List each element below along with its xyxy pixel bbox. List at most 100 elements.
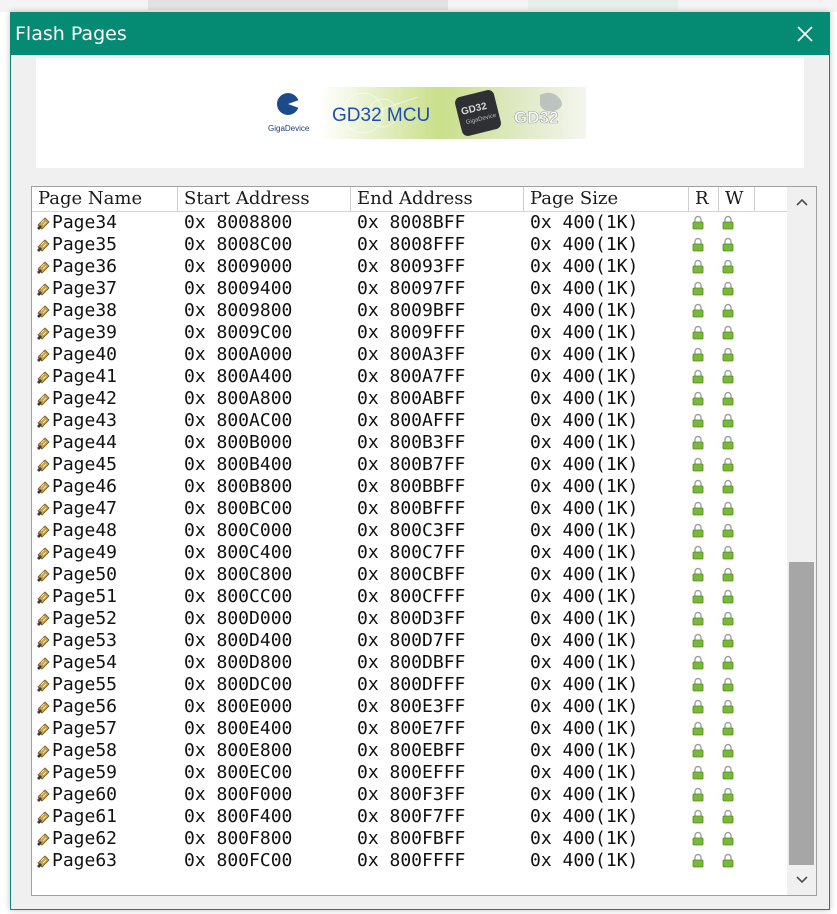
table-row[interactable]: Page48 0x 800C000 0x 800C3FF 0x 400(1K) — [32, 520, 787, 542]
column-header-page-size[interactable]: Page Size — [524, 187, 689, 211]
table-row[interactable]: Page39 0x 8009C00 0x 8009FFF 0x 400(1K) — [32, 322, 787, 344]
read-lock-icon — [692, 259, 704, 274]
write-lock-icon — [722, 391, 734, 406]
end-address-cell: 0x 800F3FF — [357, 784, 466, 805]
start-address-cell: 0x 800C000 — [184, 520, 293, 541]
start-address-cell: 0x 800A400 — [184, 366, 293, 387]
close-icon — [797, 26, 813, 42]
table-row[interactable]: Page58 0x 800E800 0x 800EBFF 0x 400(1K) — [32, 740, 787, 762]
table-row[interactable]: Page62 0x 800F800 0x 800FBFF 0x 400(1K) — [32, 828, 787, 850]
table-row[interactable]: Page53 0x 800D400 0x 800D7FF 0x 400(1K) — [32, 630, 787, 652]
column-header-end-address[interactable]: End Address — [351, 187, 524, 211]
start-address-cell: 0x 800FC00 — [184, 850, 293, 871]
column-header-read[interactable]: R — [689, 187, 719, 211]
page-size-cell: 0x 400(1K) — [530, 564, 639, 585]
column-header-write[interactable]: W — [719, 187, 755, 211]
page-size-cell: 0x 400(1K) — [530, 498, 639, 519]
table-row[interactable]: Page45 0x 800B400 0x 800B7FF 0x 400(1K) — [32, 454, 787, 476]
read-lock-icon — [692, 743, 704, 758]
read-lock-icon — [692, 303, 704, 318]
table-row[interactable]: Page46 0x 800B800 0x 800BBFF 0x 400(1K) — [32, 476, 787, 498]
table-row[interactable]: Page57 0x 800E400 0x 800E7FF 0x 400(1K) — [32, 718, 787, 740]
page-name-cell: Page40 — [52, 344, 118, 365]
page-icon — [37, 833, 50, 846]
scroll-up-button[interactable] — [787, 189, 816, 215]
table-row[interactable]: Page51 0x 800CC00 0x 800CFFF 0x 400(1K) — [32, 586, 787, 608]
page-name-cell: Page51 — [52, 586, 118, 607]
page-name-cell: Page63 — [52, 850, 118, 871]
scroll-down-button[interactable] — [787, 867, 816, 893]
table-row[interactable]: Page43 0x 800AC00 0x 800AFFF 0x 400(1K) — [32, 410, 787, 432]
flash-pages-list[interactable]: Page Name Start Address End Address Page… — [31, 186, 817, 896]
start-address-cell: 0x 800F800 — [184, 828, 293, 849]
page-size-cell: 0x 400(1K) — [530, 630, 639, 651]
page-icon — [37, 371, 50, 384]
start-address-cell: 0x 8009400 — [184, 278, 293, 299]
table-row[interactable]: Page59 0x 800EC00 0x 800EFFF 0x 400(1K) — [32, 762, 787, 784]
close-button[interactable] — [781, 13, 829, 55]
start-address-cell: 0x 800D000 — [184, 608, 293, 629]
scroll-thumb[interactable] — [789, 562, 814, 865]
page-icon — [37, 745, 50, 758]
page-size-cell: 0x 400(1K) — [530, 388, 639, 409]
table-row[interactable]: Page38 0x 8009800 0x 8009BFF 0x 400(1K) — [32, 300, 787, 322]
table-row[interactable]: Page40 0x 800A000 0x 800A3FF 0x 400(1K) — [32, 344, 787, 366]
table-row[interactable]: Page34 0x 8008800 0x 8008BFF 0x 400(1K) — [32, 212, 787, 234]
read-lock-icon — [692, 677, 704, 692]
end-address-cell: 0x 800C7FF — [357, 542, 466, 563]
page-icon — [37, 811, 50, 824]
read-lock-icon — [692, 413, 704, 428]
page-size-cell: 0x 400(1K) — [530, 212, 639, 233]
table-row[interactable]: Page36 0x 8009000 0x 80093FF 0x 400(1K) — [32, 256, 787, 278]
write-lock-icon — [722, 765, 734, 780]
page-icon — [37, 327, 50, 340]
page-size-cell: 0x 400(1K) — [530, 608, 639, 629]
page-size-cell: 0x 400(1K) — [530, 542, 639, 563]
vertical-scrollbar[interactable] — [787, 187, 816, 895]
start-address-cell: 0x 8009C00 — [184, 322, 293, 343]
table-row[interactable]: Page56 0x 800E000 0x 800E3FF 0x 400(1K) — [32, 696, 787, 718]
start-address-cell: 0x 800DC00 — [184, 674, 293, 695]
page-icon — [37, 635, 50, 648]
write-lock-icon — [722, 215, 734, 230]
start-address-cell: 0x 8008C00 — [184, 234, 293, 255]
end-address-cell: 0x 8009FFF — [357, 322, 466, 343]
page-icon — [37, 503, 50, 516]
read-lock-icon — [692, 369, 704, 384]
column-header-page-name[interactable]: Page Name — [32, 187, 178, 211]
page-size-cell: 0x 400(1K) — [530, 520, 639, 541]
gd32-mcu-banner: GigaDevice GD32 MCU GD32 GigaDevice GD32 — [268, 87, 586, 139]
write-lock-icon — [722, 677, 734, 692]
column-header-start-address[interactable]: Start Address — [178, 187, 351, 211]
table-row[interactable]: Page63 0x 800FC00 0x 800FFFF 0x 400(1K) — [32, 850, 787, 872]
write-lock-icon — [722, 237, 734, 252]
start-address-cell: 0x 800AC00 — [184, 410, 293, 431]
write-lock-icon — [722, 303, 734, 318]
read-lock-icon — [692, 633, 704, 648]
page-name-cell: Page60 — [52, 784, 118, 805]
table-row[interactable]: Page55 0x 800DC00 0x 800DFFF 0x 400(1K) — [32, 674, 787, 696]
background-strip — [0, 0, 837, 12]
table-row[interactable]: Page47 0x 800BC00 0x 800BFFF 0x 400(1K) — [32, 498, 787, 520]
end-address-cell: 0x 800BFFF — [357, 498, 466, 519]
table-row[interactable]: Page60 0x 800F000 0x 800F3FF 0x 400(1K) — [32, 784, 787, 806]
page-name-cell: Page59 — [52, 762, 118, 783]
banner-panel: GigaDevice GD32 MCU GD32 GigaDevice GD32 — [36, 58, 804, 168]
table-row[interactable]: Page61 0x 800F400 0x 800F7FF 0x 400(1K) — [32, 806, 787, 828]
table-row[interactable]: Page50 0x 800C800 0x 800CBFF 0x 400(1K) — [32, 564, 787, 586]
write-lock-icon — [722, 567, 734, 582]
table-row[interactable]: Page35 0x 8008C00 0x 8008FFF 0x 400(1K) — [32, 234, 787, 256]
table-row[interactable]: Page44 0x 800B000 0x 800B3FF 0x 400(1K) — [32, 432, 787, 454]
start-address-cell: 0x 800EC00 — [184, 762, 293, 783]
table-row[interactable]: Page54 0x 800D800 0x 800DBFF 0x 400(1K) — [32, 652, 787, 674]
table-row[interactable]: Page41 0x 800A400 0x 800A7FF 0x 400(1K) — [32, 366, 787, 388]
table-row[interactable]: Page52 0x 800D000 0x 800D3FF 0x 400(1K) — [32, 608, 787, 630]
table-row[interactable]: Page42 0x 800A800 0x 800ABFF 0x 400(1K) — [32, 388, 787, 410]
page-icon — [37, 789, 50, 802]
table-row[interactable]: Page37 0x 8009400 0x 80097FF 0x 400(1K) — [32, 278, 787, 300]
start-address-cell: 0x 800B400 — [184, 454, 293, 475]
read-lock-icon — [692, 347, 704, 362]
read-lock-icon — [692, 435, 704, 450]
table-row[interactable]: Page49 0x 800C400 0x 800C7FF 0x 400(1K) — [32, 542, 787, 564]
page-icon — [37, 591, 50, 604]
